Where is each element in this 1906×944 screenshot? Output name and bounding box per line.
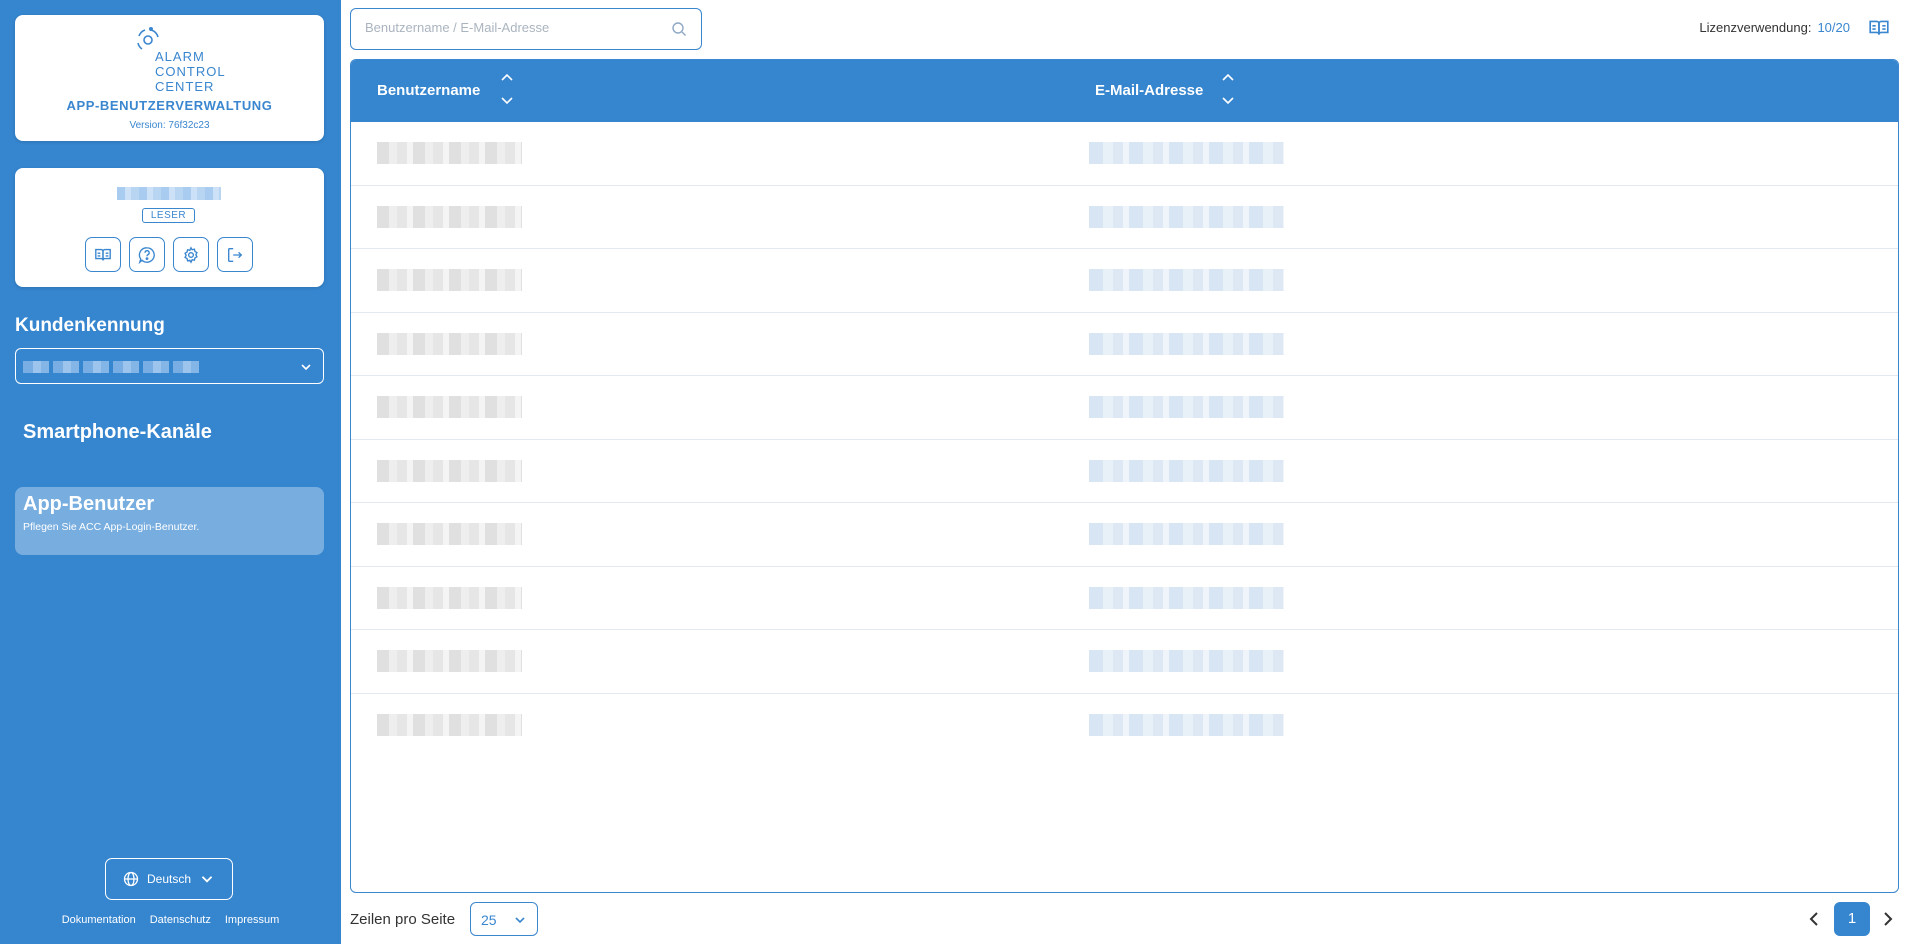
- username-redacted: [377, 650, 522, 672]
- settings-button[interactable]: [173, 237, 209, 272]
- email-redacted: [1089, 523, 1284, 545]
- page-number-button[interactable]: 1: [1834, 902, 1870, 936]
- table-body: [351, 122, 1898, 757]
- email-redacted: [1089, 269, 1284, 291]
- table-row[interactable]: [351, 186, 1898, 249]
- search-input[interactable]: [365, 20, 665, 35]
- logout-icon: [228, 247, 243, 262]
- app-title: APP-BENUTZERVERWALTUNG: [66, 98, 273, 113]
- imprint-link[interactable]: Impressum: [225, 914, 279, 926]
- table-row[interactable]: [351, 503, 1898, 567]
- email-redacted: [1089, 142, 1284, 164]
- sort-email[interactable]: [1220, 70, 1236, 110]
- chevron-down-icon: [201, 876, 213, 883]
- customer-id-select[interactable]: [15, 348, 324, 384]
- chevron-up-icon: [1222, 73, 1234, 81]
- table-row[interactable]: [351, 567, 1898, 630]
- username-redacted: [377, 142, 522, 164]
- license-usage: Lizenzverwendung: 10/20: [1699, 20, 1850, 35]
- chevron-down-icon: [501, 97, 513, 105]
- customer-id-redacted: [23, 361, 203, 373]
- table-row[interactable]: [351, 249, 1898, 313]
- table-row[interactable]: [351, 376, 1898, 440]
- column-header-email[interactable]: E-Mail-Adresse: [1095, 82, 1203, 99]
- gear-icon: [184, 245, 198, 264]
- language-select[interactable]: Deutsch: [105, 858, 233, 900]
- user-card: LESER: [15, 168, 324, 287]
- sidebar: ALARM CONTROL CENTER APP-BENUTZERVERWALT…: [0, 0, 341, 944]
- license-usage-label: Lizenzverwendung:: [1699, 20, 1812, 35]
- username-redacted: [377, 205, 522, 228]
- customer-id-label: Kundenkennung: [15, 315, 165, 336]
- username-redacted: [377, 523, 522, 545]
- nav-app-users-label: App-Benutzer: [23, 493, 155, 515]
- email-redacted: [1089, 396, 1284, 418]
- users-table: Benutzername E-Mail-Adresse: [350, 59, 1899, 893]
- username-redacted: [377, 332, 522, 355]
- help-button[interactable]: [129, 237, 165, 272]
- rows-per-page-label: Zeilen pro Seite: [350, 911, 456, 928]
- help-icon: [138, 246, 155, 264]
- license-usage-value: 10/20: [1817, 20, 1850, 35]
- next-page-button[interactable]: [1878, 908, 1898, 930]
- email-redacted: [1089, 205, 1284, 228]
- language-label: Deutsch: [146, 872, 192, 886]
- chevron-down-icon: [301, 364, 311, 371]
- documentation-link[interactable]: Dokumentation: [62, 914, 136, 926]
- table-row[interactable]: [351, 122, 1898, 186]
- user-name-redacted: [117, 187, 221, 200]
- nav-app-users-subtitle: Pflegen Sie ACC App-Login-Benutzer.: [23, 521, 200, 533]
- search-box: [350, 8, 702, 50]
- chevron-down-icon: [515, 917, 525, 924]
- table-row[interactable]: [351, 630, 1898, 694]
- email-redacted: [1089, 459, 1284, 482]
- username-redacted: [377, 269, 522, 291]
- globe-icon: [123, 871, 139, 887]
- search-icon[interactable]: [671, 21, 687, 37]
- nav-smartphone-channels-label: Smartphone-Kanäle: [23, 421, 212, 443]
- column-header-username[interactable]: Benutzername: [377, 82, 480, 99]
- chevron-down-icon: [1222, 97, 1234, 105]
- username-redacted: [377, 396, 522, 418]
- user-actions: [85, 237, 253, 272]
- rows-per-page-select[interactable]: 25: [470, 902, 538, 936]
- logout-button[interactable]: [217, 237, 253, 272]
- book-icon: [95, 248, 111, 261]
- version-label: Version: 76f32c23: [129, 120, 210, 131]
- book-icon[interactable]: [1868, 17, 1890, 39]
- table-row[interactable]: [351, 313, 1898, 376]
- table-row[interactable]: [351, 440, 1898, 503]
- email-redacted: [1089, 332, 1284, 355]
- sort-username[interactable]: [499, 70, 515, 110]
- email-redacted: [1089, 586, 1284, 609]
- documentation-button[interactable]: [85, 237, 121, 272]
- email-redacted: [1089, 650, 1284, 672]
- footer-links: Dokumentation Datenschutz Impressum: [0, 914, 341, 926]
- username-redacted: [377, 713, 522, 736]
- alarm-control-center-logo: ALARM CONTROL CENTER: [133, 25, 233, 95]
- username-redacted: [377, 586, 522, 609]
- nav-smartphone-channels[interactable]: Smartphone-Kanäle: [15, 410, 324, 458]
- privacy-link[interactable]: Datenschutz: [150, 914, 211, 926]
- logo-line2: CONTROL: [155, 64, 226, 79]
- chevron-up-icon: [501, 73, 513, 81]
- role-badge: LESER: [142, 208, 195, 223]
- logo-line1: ALARM: [155, 49, 205, 64]
- table-header: Benutzername E-Mail-Adresse: [351, 60, 1898, 122]
- email-redacted: [1089, 713, 1284, 736]
- nav-app-users[interactable]: App-Benutzer Pflegen Sie ACC App-Login-B…: [15, 487, 324, 555]
- previous-page-button[interactable]: [1804, 908, 1824, 930]
- rows-per-page-value: 25: [481, 912, 497, 928]
- logo-line3: CENTER: [155, 79, 215, 94]
- table-row[interactable]: [351, 694, 1898, 758]
- logo-card: ALARM CONTROL CENTER APP-BENUTZERVERWALT…: [15, 15, 324, 141]
- username-redacted: [377, 459, 522, 482]
